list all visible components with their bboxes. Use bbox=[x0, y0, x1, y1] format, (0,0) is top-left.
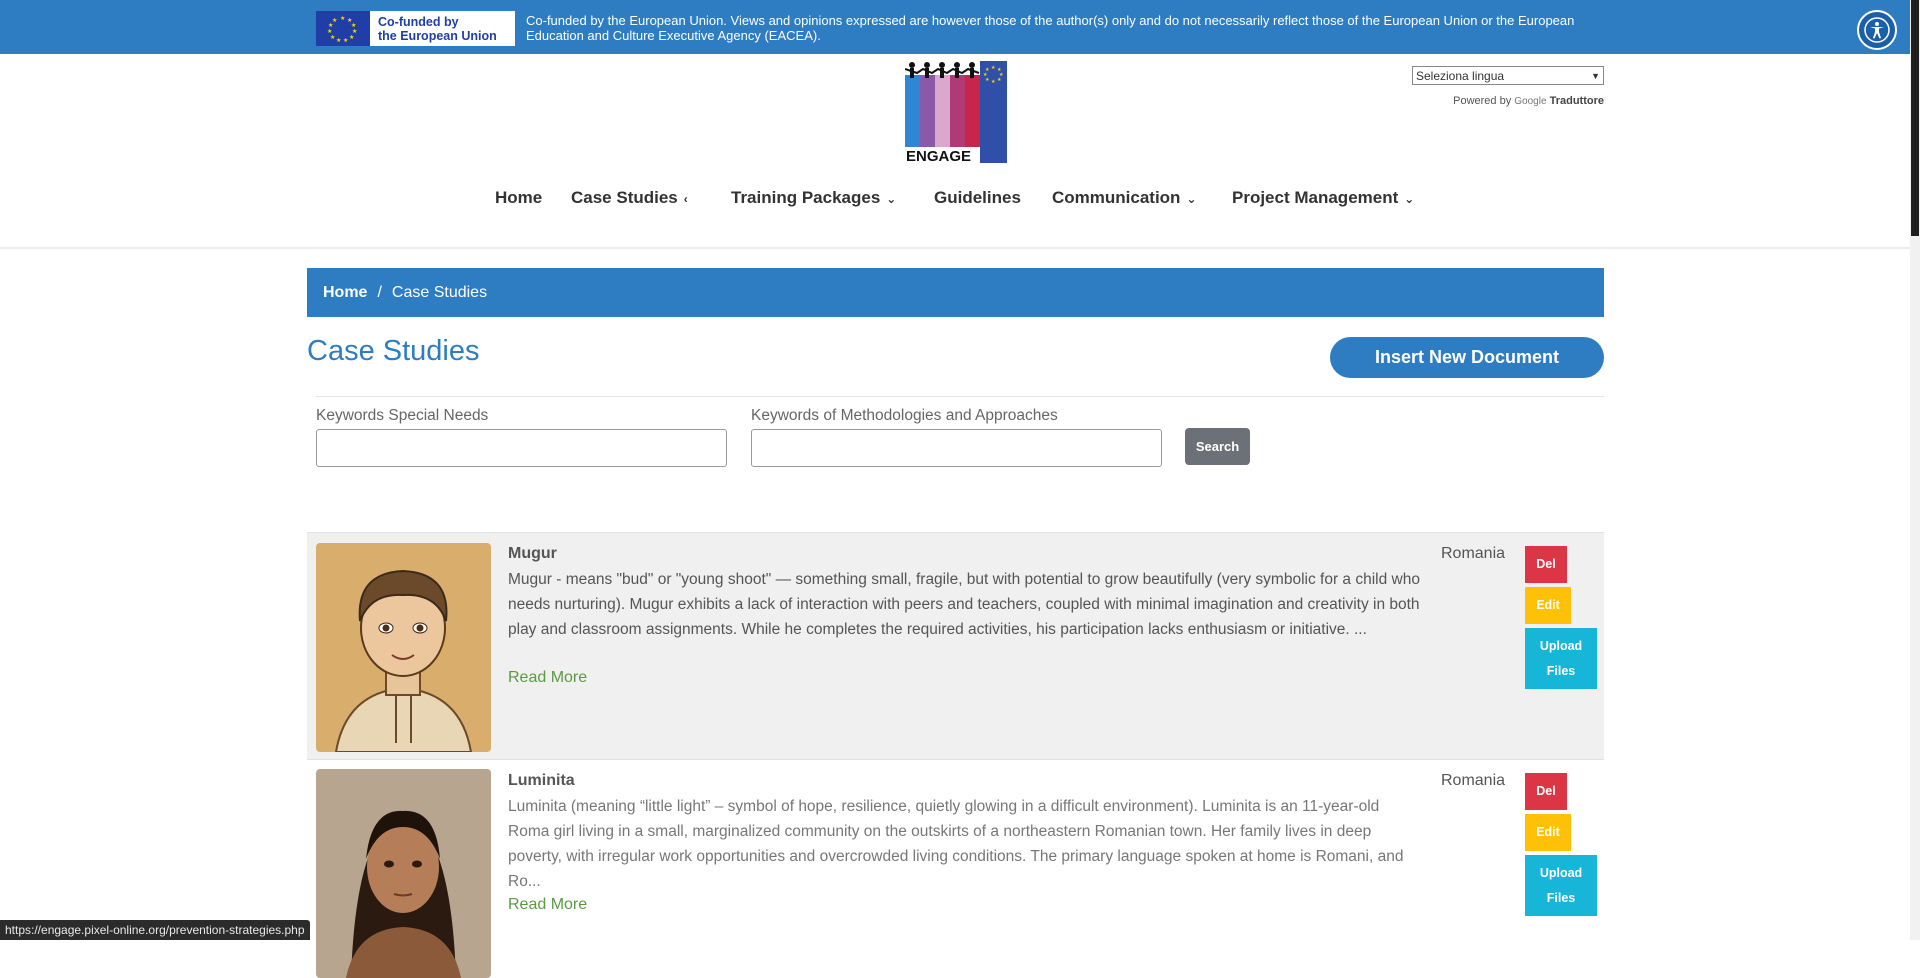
case-card: Mugur Mugur - means "bud" or "young shoo… bbox=[307, 532, 1604, 760]
nav-case-studies[interactable]: Case Studies ‹ bbox=[571, 188, 688, 208]
delete-button[interactable]: Del bbox=[1525, 546, 1567, 583]
eu-logo-line2: the European Union bbox=[378, 28, 497, 43]
accessibility-icon[interactable] bbox=[1857, 10, 1897, 50]
insert-new-document-button[interactable]: Insert New Document bbox=[1330, 337, 1604, 378]
breadcrumb-home[interactable]: Home bbox=[323, 284, 367, 302]
upload-files-button[interactable]: Upload Files bbox=[1525, 855, 1597, 916]
case-title[interactable]: Mugur bbox=[508, 545, 557, 563]
nav-training-packages[interactable]: Training Packages ⌄ bbox=[731, 188, 896, 208]
case-card: Luminita Luminita (meaning “little light… bbox=[307, 760, 1604, 978]
eu-logo-line1: Co-funded by bbox=[378, 14, 459, 29]
eu-banner: ★ ★ ★ ★ ★ ★ ★ ★ ★ ★ ★ Co-funded by the E… bbox=[0, 0, 1910, 54]
edit-button[interactable]: Edit bbox=[1525, 814, 1571, 851]
scrollbar-thumb[interactable] bbox=[1911, 0, 1919, 236]
upload-files-button[interactable]: Upload Files bbox=[1525, 628, 1597, 689]
google-logo-text: Google bbox=[1514, 96, 1547, 107]
edit-button[interactable]: Edit bbox=[1525, 587, 1571, 624]
special-needs-label: Keywords Special Needs bbox=[316, 407, 489, 424]
breadcrumb-separator: / bbox=[377, 283, 382, 301]
status-bar-url: https://engage.pixel-online.org/preventi… bbox=[0, 920, 310, 940]
chevron-left-icon: ‹ bbox=[683, 192, 688, 206]
chevron-down-icon: ⌄ bbox=[886, 192, 897, 206]
engage-logo[interactable]: ★ ★ ★ ★ ★ ★ ★ ★ ENGAGE bbox=[904, 61, 1007, 165]
case-title[interactable]: Luminita bbox=[508, 772, 575, 790]
nav-guidelines[interactable]: Guidelines bbox=[934, 188, 1021, 208]
delete-button[interactable]: Del bbox=[1525, 773, 1567, 810]
google-translate-credit[interactable]: Powered by Google Traduttore bbox=[1440, 95, 1604, 107]
case-country: Romania bbox=[1441, 545, 1506, 562]
case-image-luminita[interactable] bbox=[316, 769, 491, 978]
section-divider bbox=[316, 396, 1604, 397]
case-image-mugur[interactable] bbox=[316, 543, 491, 752]
read-more-link[interactable]: Read More bbox=[508, 669, 587, 687]
chevron-down-icon: ▼ bbox=[1591, 70, 1600, 81]
svg-text:★: ★ bbox=[985, 67, 990, 73]
nav-project-management[interactable]: Project Management ⌄ bbox=[1232, 188, 1414, 208]
breadcrumb: Home / Case Studies bbox=[307, 268, 1604, 317]
language-select[interactable]: Seleziona lingua ▼ bbox=[1412, 66, 1604, 85]
case-description: Luminita (meaning “little light” – symbo… bbox=[508, 798, 1404, 890]
main-nav: Home Case Studies ‹ Training Packages ⌄ Gu… bbox=[0, 188, 1910, 212]
page-title: Case Studies bbox=[307, 335, 480, 367]
translator-text: Traduttore bbox=[1549, 95, 1604, 107]
chevron-down-icon: ⌄ bbox=[1186, 192, 1197, 206]
nav-divider bbox=[0, 247, 1910, 249]
svg-text:★: ★ bbox=[991, 65, 996, 71]
special-needs-input[interactable] bbox=[316, 429, 727, 467]
nav-home[interactable]: Home bbox=[495, 188, 542, 208]
logo-text: ENGAGE bbox=[906, 148, 971, 163]
eu-cofunded-logo: ★ ★ ★ ★ ★ ★ ★ ★ ★ ★ ★ Co-funded by the E… bbox=[316, 11, 515, 46]
nav-communication[interactable]: Communication ⌄ bbox=[1052, 188, 1197, 208]
case-description: Mugur - means "bud" or "young shoot" — s… bbox=[508, 571, 1420, 638]
methodologies-label: Keywords of Methodologies and Approaches bbox=[751, 407, 1058, 424]
eu-disclaimer: Co-funded by the European Union. Views a… bbox=[526, 13, 1575, 43]
search-button[interactable]: Search bbox=[1185, 428, 1250, 465]
case-country: Romania bbox=[1441, 772, 1506, 789]
breadcrumb-current: Case Studies bbox=[391, 283, 488, 301]
methodologies-input[interactable] bbox=[751, 429, 1162, 467]
language-select-value: Seleziona lingua bbox=[1416, 68, 1505, 83]
svg-text:★: ★ bbox=[991, 79, 996, 85]
svg-text:★: ★ bbox=[997, 77, 1002, 83]
powered-by-text: Powered by bbox=[1453, 95, 1512, 107]
eu-flag-icon: ★ ★ ★ ★ ★ ★ ★ ★ ★ ★ ★ bbox=[316, 11, 370, 46]
chevron-down-icon: ⌄ bbox=[1404, 192, 1415, 206]
read-more-link[interactable]: Read More bbox=[508, 896, 587, 914]
